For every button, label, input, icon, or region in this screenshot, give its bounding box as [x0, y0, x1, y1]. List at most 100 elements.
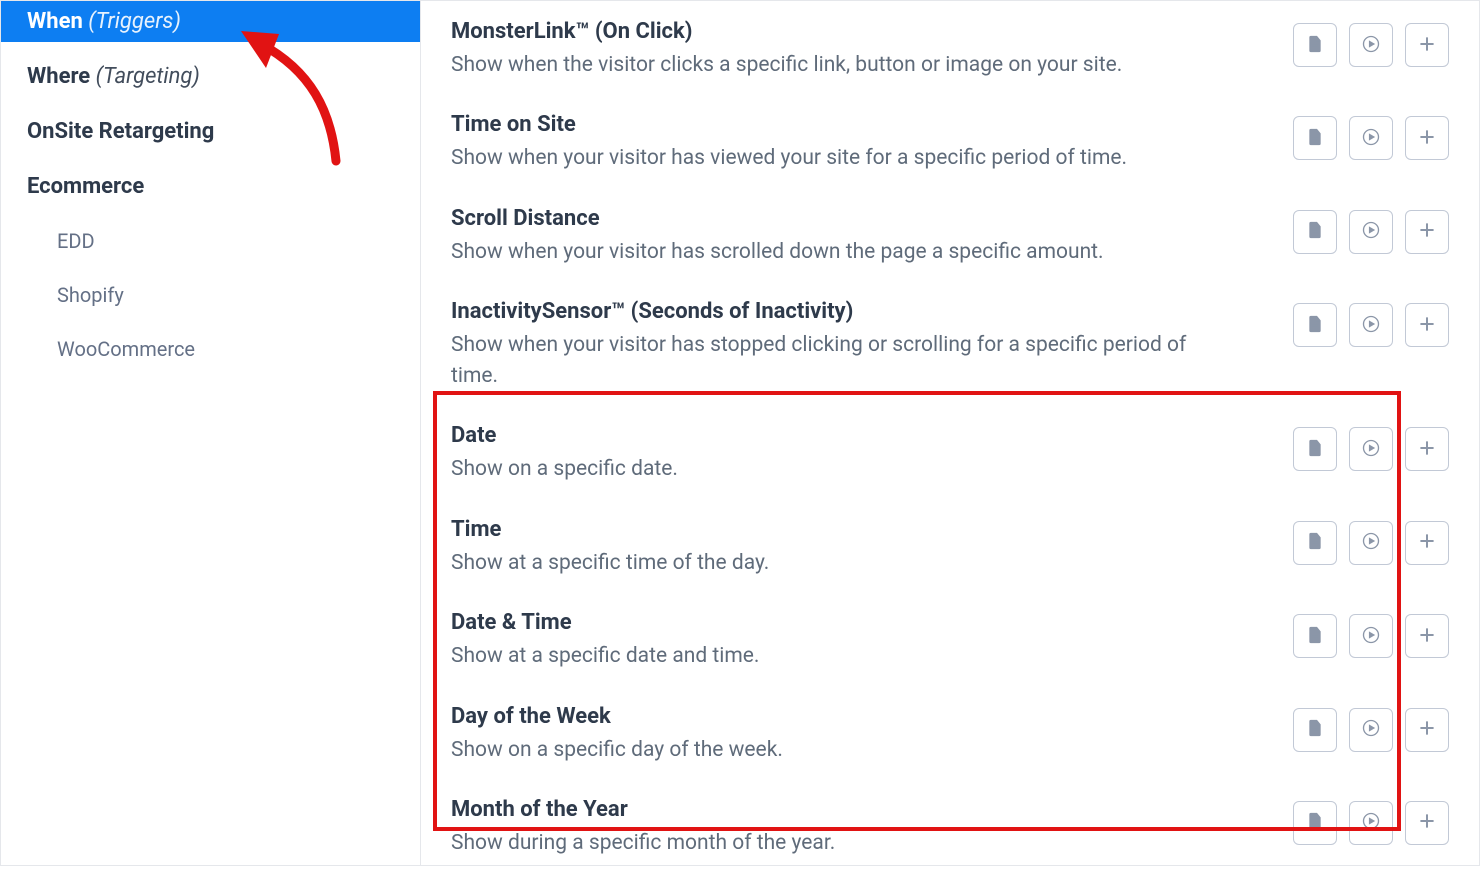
play-icon: [1361, 718, 1381, 741]
rule-title: Time on Site: [451, 112, 1127, 137]
add-button[interactable]: [1405, 210, 1449, 254]
rule-actions: [1293, 521, 1449, 565]
add-button[interactable]: [1405, 116, 1449, 160]
rule-row: Date Show on a specific date.: [451, 405, 1449, 498]
add-button[interactable]: [1405, 801, 1449, 845]
docs-button[interactable]: [1293, 427, 1337, 471]
docs-icon: [1305, 314, 1325, 337]
play-button[interactable]: [1349, 521, 1393, 565]
rule-title: Day of the Week: [451, 704, 783, 729]
play-button[interactable]: [1349, 614, 1393, 658]
sidebar-item-sublabel: (Triggers): [88, 9, 181, 34]
rule-text: Day of the Week Show on a specific day of…: [451, 704, 783, 765]
docs-icon: [1305, 34, 1325, 57]
rule-actions: [1293, 210, 1449, 254]
rule-row: Day of the Week Show on a specific day of…: [451, 686, 1449, 779]
docs-icon: [1305, 718, 1325, 741]
rule-description: Show when your visitor has scrolled down…: [451, 237, 1104, 267]
rule-row: MonsterLink™ (On Click) Show when the vis…: [451, 1, 1449, 94]
add-icon: [1417, 625, 1437, 648]
rule-actions: [1293, 303, 1449, 347]
rule-text: Scroll Distance Show when your visitor ha…: [451, 206, 1104, 267]
add-button[interactable]: [1405, 303, 1449, 347]
docs-button[interactable]: [1293, 303, 1337, 347]
play-button[interactable]: [1349, 23, 1393, 67]
rule-description: Show when your visitor has viewed your s…: [451, 143, 1127, 173]
rule-actions: [1293, 801, 1449, 845]
play-icon: [1361, 811, 1381, 834]
rule-row: Scroll Distance Show when your visitor ha…: [451, 188, 1449, 281]
sidebar-item-label: Where: [27, 64, 90, 89]
rule-text: MonsterLink™ (On Click) Show when the vis…: [451, 19, 1122, 80]
docs-icon: [1305, 625, 1325, 648]
sidebar-child-edd[interactable]: EDD: [1, 221, 420, 261]
sidebar-item-onsite-retargeting[interactable]: OnSite Retargeting: [1, 111, 420, 152]
add-button[interactable]: [1405, 427, 1449, 471]
play-icon: [1361, 314, 1381, 337]
rule-description: Show on a specific day of the week.: [451, 735, 783, 765]
add-icon: [1417, 314, 1437, 337]
add-icon: [1417, 811, 1437, 834]
rule-text: InactivitySensor™ (Seconds of Inactivity…: [451, 299, 1191, 391]
rule-description: Show at a specific time of the day.: [451, 548, 769, 578]
docs-icon: [1305, 220, 1325, 243]
rule-description: Show during a specific month of the year…: [451, 828, 835, 858]
rule-title: Scroll Distance: [451, 206, 1104, 231]
sidebar-item-when[interactable]: When (Triggers): [1, 1, 420, 42]
rule-actions: [1293, 23, 1449, 67]
add-icon: [1417, 34, 1437, 57]
rule-text: Date & Time Show at a specific date and t…: [451, 610, 759, 671]
rule-row: InactivitySensor™ (Seconds of Inactivity…: [451, 281, 1449, 405]
rule-description: Show when your visitor has stopped click…: [451, 330, 1191, 391]
add-icon: [1417, 127, 1437, 150]
docs-button[interactable]: [1293, 521, 1337, 565]
play-icon: [1361, 220, 1381, 243]
play-icon: [1361, 34, 1381, 57]
rule-title: Date & Time: [451, 610, 759, 635]
rule-row: Time on Site Show when your visitor has v…: [451, 94, 1449, 187]
sidebar-item-label: OnSite Retargeting: [27, 119, 214, 144]
app-container: When (Triggers) Where (Targeting) OnSite…: [0, 0, 1480, 866]
add-button[interactable]: [1405, 708, 1449, 752]
sidebar-item-sublabel: (Targeting): [96, 64, 200, 89]
rule-description: Show at a specific date and time.: [451, 641, 759, 671]
main-panel: MonsterLink™ (On Click) Show when the vis…: [421, 1, 1479, 865]
play-button[interactable]: [1349, 708, 1393, 752]
rule-description: Show on a specific date.: [451, 454, 678, 484]
add-button[interactable]: [1405, 521, 1449, 565]
docs-button[interactable]: [1293, 210, 1337, 254]
sidebar-item-where[interactable]: Where (Targeting): [1, 56, 420, 97]
rule-row: TimeShow at a specific time of the day.: [451, 499, 1449, 592]
rule-text: TimeShow at a specific time of the day.: [451, 517, 769, 578]
rule-row: Month of the YearShow during a specific …: [451, 779, 1449, 872]
play-button[interactable]: [1349, 116, 1393, 160]
play-icon: [1361, 531, 1381, 554]
docs-button[interactable]: [1293, 801, 1337, 845]
sidebar-item-ecommerce[interactable]: Ecommerce: [1, 166, 420, 207]
sidebar-child-shopify[interactable]: Shopify: [1, 275, 420, 315]
docs-icon: [1305, 127, 1325, 150]
rule-actions: [1293, 708, 1449, 752]
rule-actions: [1293, 116, 1449, 160]
play-button[interactable]: [1349, 210, 1393, 254]
play-button[interactable]: [1349, 801, 1393, 845]
docs-button[interactable]: [1293, 614, 1337, 658]
rule-actions: [1293, 427, 1449, 471]
rule-title: InactivitySensor™ (Seconds of Inactivity…: [451, 299, 1191, 324]
rule-actions: [1293, 614, 1449, 658]
rule-title: MonsterLink™ (On Click): [451, 19, 1122, 44]
add-icon: [1417, 438, 1437, 461]
docs-button[interactable]: [1293, 708, 1337, 752]
add-button[interactable]: [1405, 23, 1449, 67]
docs-button[interactable]: [1293, 116, 1337, 160]
rule-description: Show when the visitor clicks a specific …: [451, 50, 1122, 80]
add-button[interactable]: [1405, 614, 1449, 658]
play-button[interactable]: [1349, 427, 1393, 471]
sidebar-child-woocommerce[interactable]: WooCommerce: [1, 329, 420, 369]
docs-button[interactable]: [1293, 23, 1337, 67]
play-icon: [1361, 438, 1381, 461]
play-button[interactable]: [1349, 303, 1393, 347]
sidebar: When (Triggers) Where (Targeting) OnSite…: [1, 1, 421, 865]
sidebar-item-label: Ecommerce: [27, 174, 144, 199]
rule-title: Date: [451, 423, 678, 448]
